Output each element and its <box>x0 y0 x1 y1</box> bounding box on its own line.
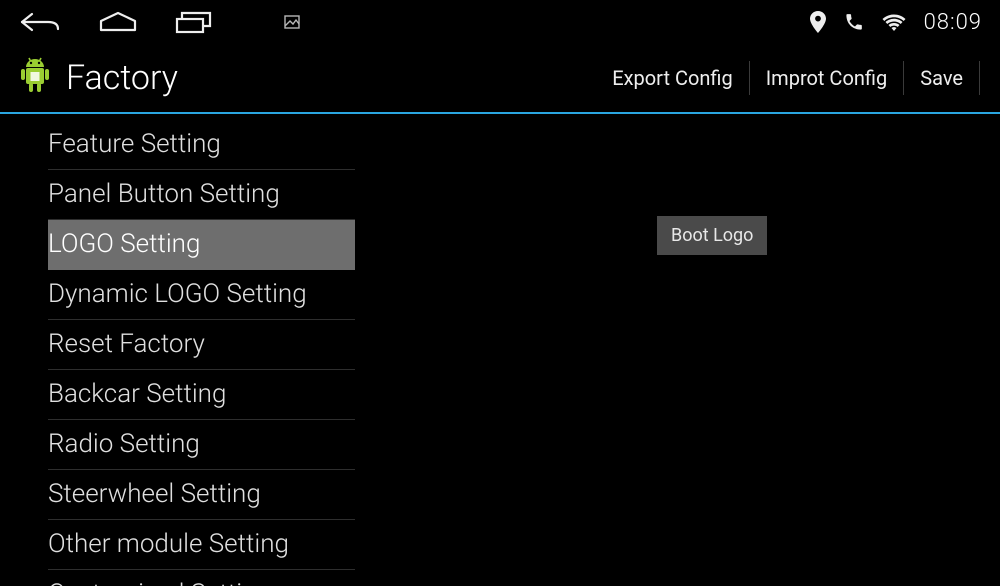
title-bar: Factory Export Config Improt Config Save <box>0 44 1000 114</box>
separator <box>979 61 980 95</box>
save-button[interactable]: Save <box>904 61 979 95</box>
menu-item[interactable]: LOGO Setting <box>48 220 355 270</box>
clock: 08:09 <box>924 10 982 35</box>
back-icon[interactable] <box>18 10 62 34</box>
menu-item[interactable]: Feature Setting <box>48 120 355 170</box>
home-icon[interactable] <box>98 11 138 33</box>
settings-menu: Feature SettingPanel Button SettingLOGO … <box>0 114 355 586</box>
menu-item[interactable]: Backcar Setting <box>48 370 355 420</box>
action-bar: Export Config Improt Config Save <box>596 61 980 95</box>
recent-apps-icon[interactable] <box>174 10 214 34</box>
wifi-icon <box>882 12 906 32</box>
import-config-button[interactable]: Improt Config <box>750 61 903 95</box>
android-icon <box>18 57 52 99</box>
boot-logo-button[interactable]: Boot Logo <box>657 216 767 255</box>
content: Feature SettingPanel Button SettingLOGO … <box>0 114 1000 586</box>
picture-icon <box>284 15 300 29</box>
status-bar: 08:09 <box>0 0 1000 44</box>
menu-item[interactable]: Panel Button Setting <box>48 170 355 220</box>
status-icons: 08:09 <box>810 10 982 35</box>
menu-item[interactable]: Other module Setting <box>48 520 355 570</box>
location-icon <box>810 11 826 33</box>
nav-buttons <box>18 10 300 34</box>
page-title: Factory <box>66 58 178 98</box>
menu-item[interactable]: Radio Setting <box>48 420 355 470</box>
detail-pane: Boot Logo <box>355 114 1000 586</box>
menu-item[interactable]: Dynamic LOGO Setting <box>48 270 355 320</box>
menu-item[interactable]: Steerwheel Setting <box>48 470 355 520</box>
menu-item[interactable]: Reset Factory <box>48 320 355 370</box>
phone-icon <box>844 12 864 32</box>
menu-item[interactable]: Customized Setting <box>48 570 355 586</box>
export-config-button[interactable]: Export Config <box>596 61 748 95</box>
